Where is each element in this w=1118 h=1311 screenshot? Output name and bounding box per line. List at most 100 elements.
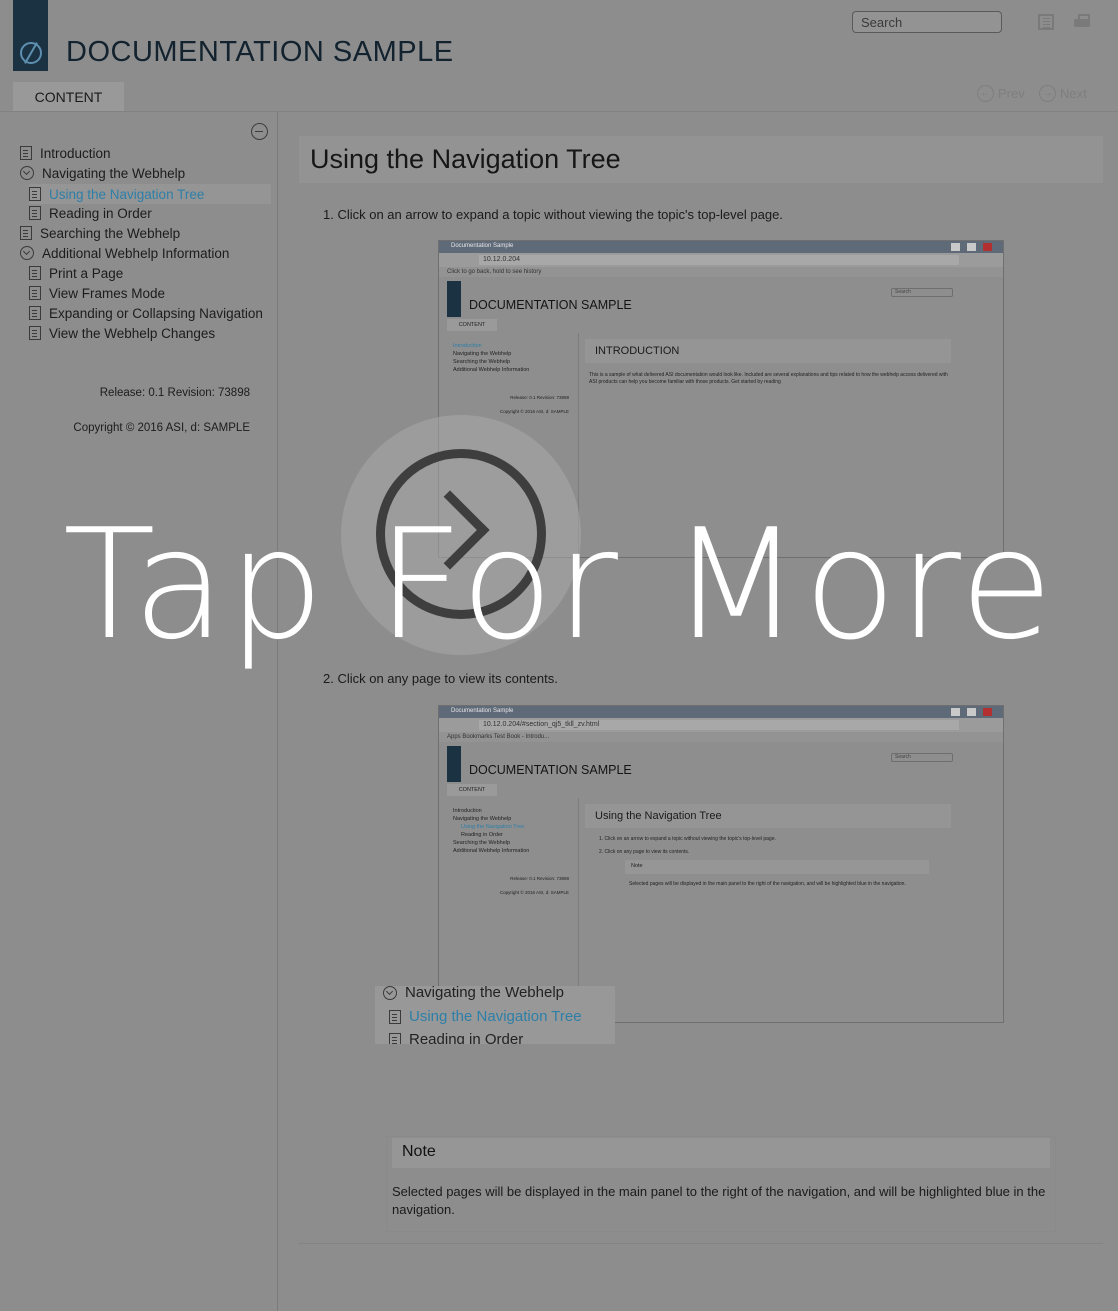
shot-note-text: Selected pages will be displayed in the … <box>629 881 906 887</box>
zoom-callout: Navigating the Webhelp Using the Navigat… <box>375 986 615 1044</box>
shot-heading: Using the Navigation Tree <box>595 810 722 822</box>
browser-tab: Documentation Sample <box>451 708 514 714</box>
shot-heading-bar: INTRODUCTION <box>585 339 951 363</box>
search-input[interactable] <box>852 11 1002 33</box>
page-icon <box>20 146 32 160</box>
next-label: Next <box>1060 86 1087 101</box>
toc-icon[interactable] <box>1038 14 1054 30</box>
note-title: Note <box>392 1138 1050 1168</box>
shot-step-1: 1. Click on an arrow to expand a topic w… <box>599 836 776 842</box>
shot-copyright: Copyright © 2016 ASI, d: SAMPLE <box>499 409 569 414</box>
page-icon <box>29 266 41 280</box>
shot-side-item: Navigating the Webhelp <box>453 351 512 357</box>
arrow-left-icon: ← <box>977 85 994 102</box>
shot-site-title: DOCUMENTATION SAMPLE <box>469 298 632 312</box>
content-divider <box>298 1243 1103 1244</box>
zoom-item-label: Navigating the Webhelp <box>405 986 564 1001</box>
shot-side-item: Searching the Webhelp <box>453 359 511 365</box>
screenshot-view-page: Documentation Sample 10.12.0.204/#sectio… <box>438 705 1004 1023</box>
sidebar-item-searching[interactable]: Searching the Webhelp <box>20 223 180 243</box>
compass-logo <box>447 281 461 317</box>
minimize-icon <box>951 708 960 716</box>
sidebar-item-additional-info[interactable]: Additional Webhelp Information <box>20 243 229 263</box>
prev-label: Prev <box>998 86 1025 101</box>
sidebar-item-expand-collapse[interactable]: Expanding or Collapsing Navigation <box>29 303 263 323</box>
zoom-item: Using the Navigation Tree <box>389 1008 582 1025</box>
note-text: Selected pages will be displayed in the … <box>392 1184 1046 1217</box>
browser-tab: Documentation Sample <box>451 243 514 249</box>
collapse-all-icon[interactable] <box>251 123 268 140</box>
close-icon <box>983 708 992 716</box>
sidebar-item-introduction[interactable]: Introduction <box>20 143 111 163</box>
sidebar-item-reading-order[interactable]: Reading in Order <box>29 203 152 223</box>
site-title[interactable]: DOCUMENTATION SAMPLE <box>66 36 454 69</box>
sidebar-item-label: Reading in Order <box>49 205 152 221</box>
maximize-icon <box>967 243 976 251</box>
shot-side-item: Reading in Order <box>461 832 503 838</box>
zoom-item: Reading in Order <box>389 1031 523 1044</box>
page-title: Using the Navigation Tree <box>310 144 621 174</box>
sidebar-item-frames-mode[interactable]: View Frames Mode <box>29 283 165 303</box>
compass-logo <box>447 746 461 782</box>
page: DOCUMENTATION SAMPLE CONTENT ← Prev → Ne… <box>0 0 1118 1311</box>
step-2: 2. Click on any page to view its content… <box>323 671 558 686</box>
next-button[interactable]: → Next <box>1039 85 1087 102</box>
tab-content[interactable]: CONTENT <box>13 82 124 112</box>
page-icon <box>29 306 41 320</box>
sidebar-item-label: Introduction <box>40 145 111 161</box>
shot-copyright: Copyright © 2016 ASI, d: SAMPLE <box>499 890 569 895</box>
zoom-item: Navigating the Webhelp <box>383 986 564 1001</box>
arrow-right-icon: → <box>1039 85 1056 102</box>
sidebar-item-label: View Frames Mode <box>49 285 166 301</box>
expand-icon <box>383 986 397 1000</box>
compass-logo-icon <box>20 42 42 64</box>
release-info: Release: 0.1 Revision: 73898 <box>99 387 250 399</box>
shot-side-item: Additional Webhelp Information <box>453 848 530 854</box>
page-icon <box>20 226 32 240</box>
shot-tab: CONTENT <box>447 319 497 331</box>
shot-side-item: Searching the Webhelp <box>453 840 511 846</box>
browser-bookmarks: Apps Bookmarks Test Book - Introdu... <box>439 732 1003 742</box>
shot-heading: INTRODUCTION <box>595 345 680 357</box>
sidebar-item-navigation-tree[interactable]: Using the Navigation Tree <box>29 184 271 204</box>
sidebar-item-print-page[interactable]: Print a Page <box>29 263 123 283</box>
expand-icon[interactable] <box>20 246 34 260</box>
shot-release: Release: 0.1 Revision: 73898 <box>510 876 569 881</box>
sidebar-item-webhelp-changes[interactable]: View the Webhelp Changes <box>29 323 215 343</box>
shot-side-item: Introduction <box>453 808 482 814</box>
shot-site-title: DOCUMENTATION SAMPLE <box>469 763 632 777</box>
tap-for-more-overlay[interactable]: Tap For More <box>0 505 1118 665</box>
browser-titlebar: Documentation Sample <box>439 241 1003 253</box>
browser-addressbar: 10.12.0.204/#section_qj5_tkll_zv.html <box>439 718 1003 732</box>
page-icon <box>29 326 41 340</box>
sidebar-item-label: Navigating the Webhelp <box>42 165 186 181</box>
sidebar-item-label: Using the Navigation Tree <box>49 186 205 202</box>
page-icon <box>389 1032 401 1044</box>
sidebar-item-navigating[interactable]: Navigating the Webhelp <box>20 163 185 183</box>
compass-logo[interactable] <box>13 0 48 71</box>
zoom-item-label: Using the Navigation Tree <box>409 1008 582 1025</box>
sidebar-divider[interactable] <box>277 112 278 1311</box>
shot-tab: CONTENT <box>447 784 497 796</box>
zoom-item-label: Reading in Order <box>409 1031 524 1044</box>
prev-button[interactable]: ← Prev <box>977 85 1025 102</box>
close-icon <box>983 243 992 251</box>
print-icon[interactable] <box>1074 14 1090 30</box>
page-icon <box>29 286 41 300</box>
shot-step-2: 2. Click on any page to view its content… <box>599 849 690 855</box>
copyright: Copyright © 2016 ASI, d: SAMPLE <box>73 422 250 434</box>
browser-titlebar: Documentation Sample <box>439 706 1003 718</box>
browser-addressbar: 10.12.0.204 <box>439 253 1003 267</box>
page-icon <box>389 1009 401 1024</box>
shot-side-item: Navigating the Webhelp <box>453 816 512 822</box>
sidebar-item-label: Print a Page <box>49 265 124 281</box>
shot-side-item: Additional Webhelp Information <box>453 367 530 373</box>
expand-icon[interactable] <box>20 166 34 180</box>
step-1: 1. Click on an arrow to expand a topic w… <box>323 207 783 222</box>
maximize-icon <box>967 708 976 716</box>
shot-note-head: Note <box>625 860 929 874</box>
browser-url: 10.12.0.204 <box>479 255 959 265</box>
shot-side-item: Introduction <box>453 343 482 349</box>
minimize-icon <box>951 243 960 251</box>
shot-search: Search <box>891 288 953 297</box>
